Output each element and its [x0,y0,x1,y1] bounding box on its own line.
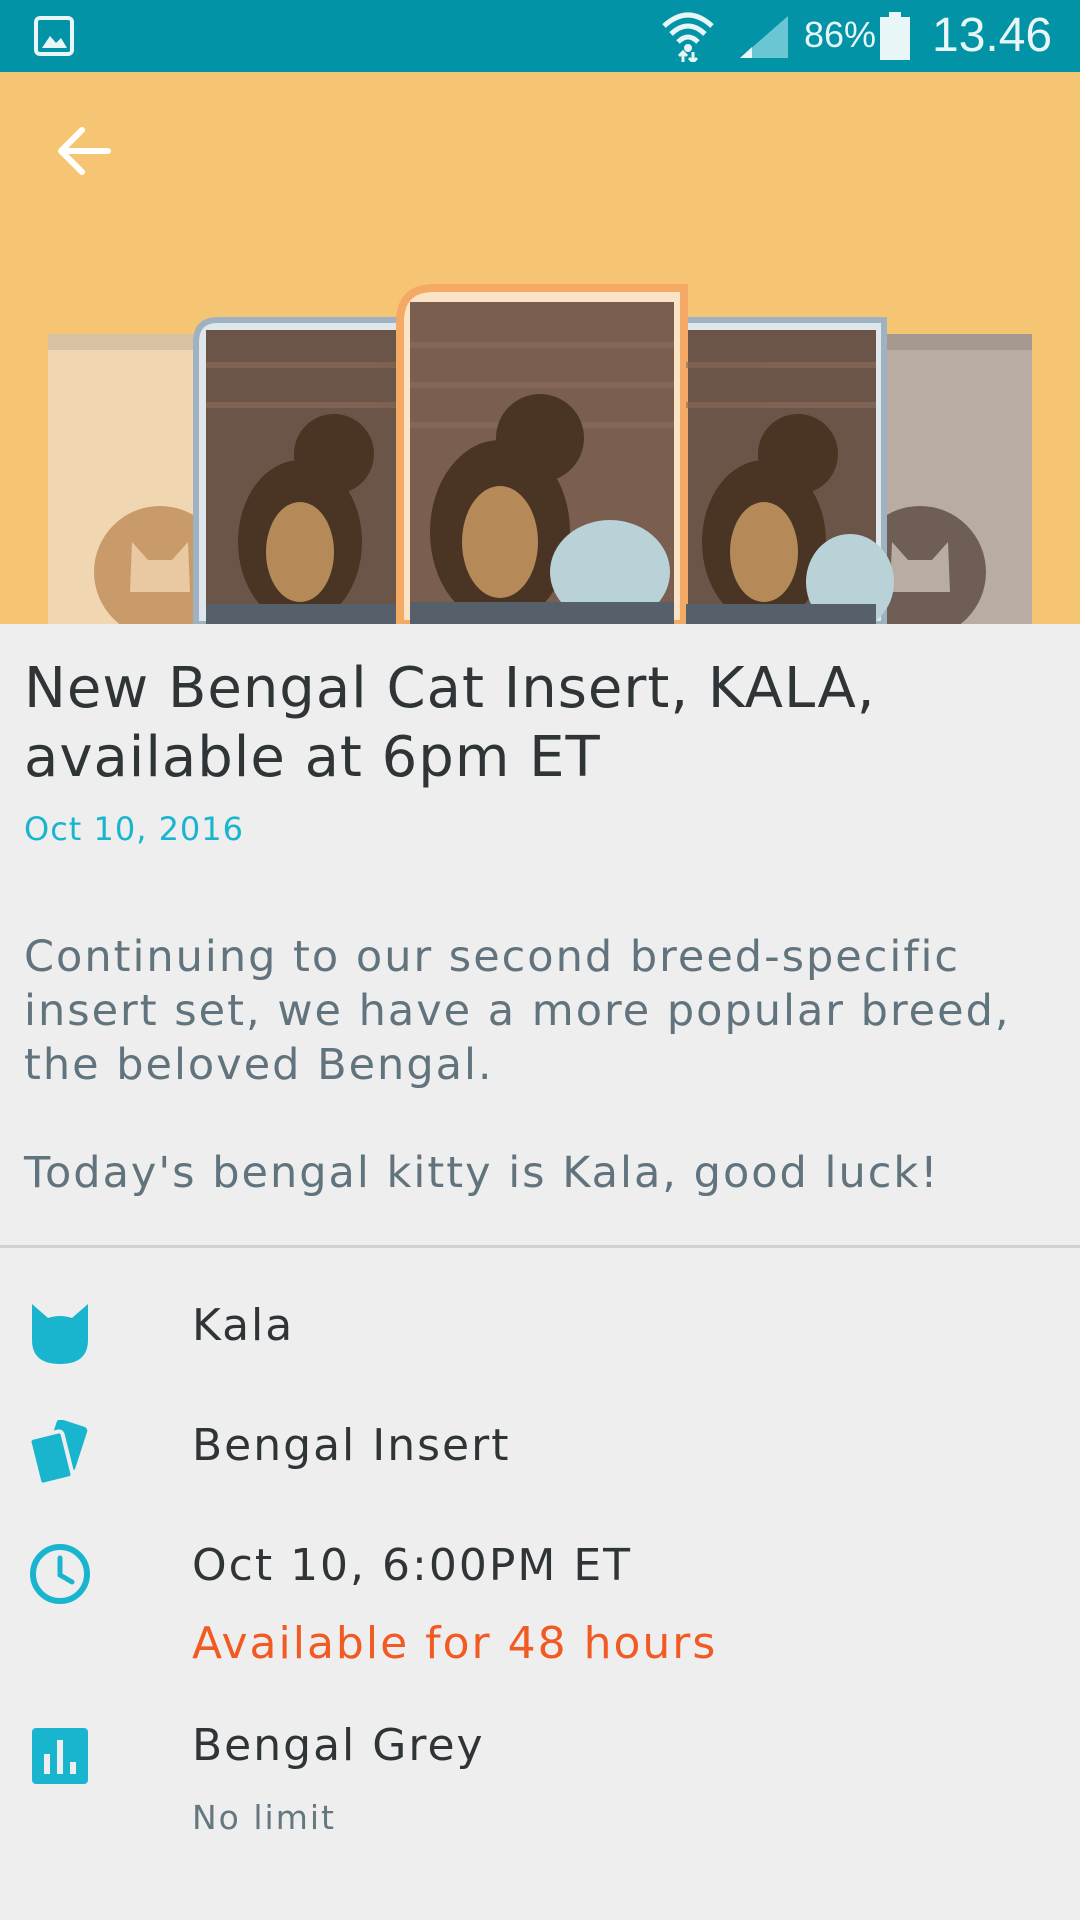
bar-chart-icon [32,1728,88,1784]
cat-head-icon [32,1304,88,1364]
divider [0,1245,1080,1248]
availability-text: Available for 48 hours [192,1618,718,1669]
gallery-notification-icon [34,16,74,56]
insert-cards-illustration [48,284,1032,624]
insert-name: Bengal Insert [192,1420,511,1471]
cards-icon [28,1420,88,1484]
variant-limit: No limit [192,1798,336,1837]
article-body: Continuing to our second breed-specific … [24,932,1011,1198]
battery-icon [880,12,910,60]
variant-name: Bengal Grey [192,1720,485,1771]
battery-percent: 86% [804,14,877,55]
article-title: New Bengal Cat Insert, KALA, available a… [24,656,876,790]
release-time: Oct 10, 6:00PM ET [192,1540,632,1591]
signal-icon [740,16,788,58]
wifi-icon [662,12,714,62]
hero-banner [0,72,1080,624]
status-clock: 13.46 [932,9,1053,62]
status-bar: 86% 13.46 [0,0,1080,72]
clock-icon [30,1544,90,1604]
cat-name: Kala [192,1300,295,1351]
article-date: Oct 10, 2016 [24,810,244,848]
arrow-left-icon[interactable] [50,116,120,186]
